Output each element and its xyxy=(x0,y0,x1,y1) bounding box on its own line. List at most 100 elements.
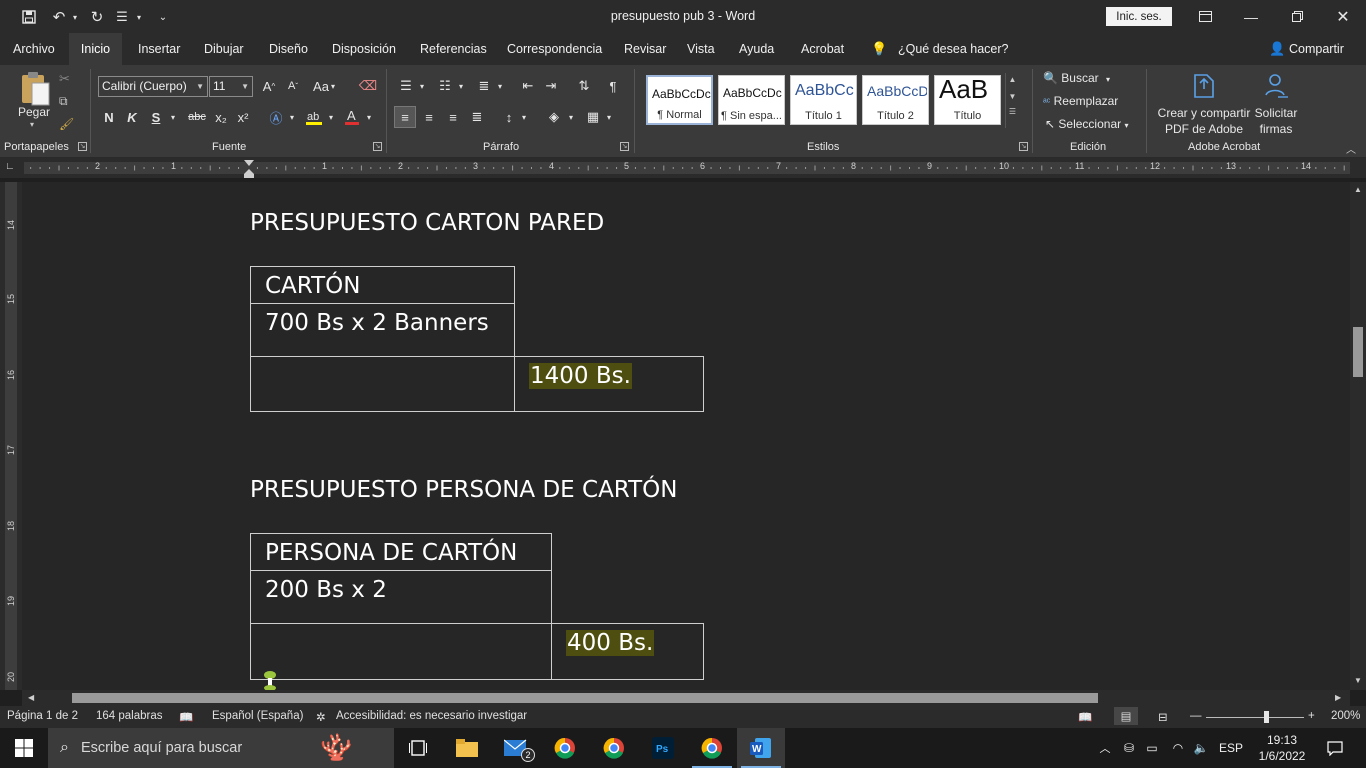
copy-icon[interactable]: ⧉ xyxy=(59,94,68,109)
numbering-dropdown-icon[interactable]: ▾ xyxy=(456,75,466,97)
create-pdf-button[interactable]: Crear y compartir PDF de Adobe xyxy=(1156,105,1252,137)
text-effects-dropdown-icon[interactable]: ▾ xyxy=(287,106,297,128)
shrink-font-icon[interactable]: Aˇ xyxy=(282,75,304,97)
accessibility-status[interactable]: Accesibilidad: es necesario investigar xyxy=(336,710,527,722)
styles-launcher-icon[interactable]: ↘ xyxy=(1019,142,1028,151)
tab-ayuda[interactable]: Ayuda xyxy=(738,33,775,65)
tab-diseno[interactable]: Diseño xyxy=(268,33,309,65)
change-case-button[interactable]: Aa ▾ xyxy=(310,75,338,97)
underline-dropdown-icon[interactable]: ▾ xyxy=(167,106,179,128)
table1-total-cell[interactable]: 1400 Bs. xyxy=(514,356,704,412)
scroll-left-icon[interactable]: ◀ xyxy=(28,693,34,702)
ribbon-display-icon[interactable] xyxy=(1182,0,1228,33)
line-spacing-dropdown-icon[interactable]: ▾ xyxy=(519,106,529,128)
input-language[interactable]: ESP xyxy=(1218,728,1244,768)
table1-empty-cell[interactable] xyxy=(250,356,515,412)
zoom-slider[interactable] xyxy=(1206,717,1304,718)
format-painter-icon[interactable]: 🖌 xyxy=(59,117,74,131)
styles-gallery-scroll[interactable]: ▲ ▼ ☰ xyxy=(1005,73,1019,128)
borders-dropdown-icon[interactable]: ▾ xyxy=(604,106,614,128)
redo-icon[interactable]: ↻ xyxy=(86,6,108,28)
web-layout-icon[interactable]: ⊟ xyxy=(1158,710,1168,724)
clear-formatting-icon[interactable]: ⌫ xyxy=(356,75,380,97)
indent-marker-icon[interactable] xyxy=(243,160,255,178)
justify-icon[interactable]: ≣ xyxy=(467,106,487,128)
mail-icon[interactable]: 2 xyxy=(492,728,540,768)
font-name-combo[interactable]: Calibri (Cuerpo) ▼ xyxy=(98,76,208,97)
chrome-active-icon[interactable] xyxy=(688,728,736,768)
clock[interactable]: 19:13 1/6/2022 xyxy=(1252,728,1312,768)
zoom-out-icon[interactable]: — xyxy=(1190,710,1202,722)
font-size-combo[interactable]: 11 ▼ xyxy=(209,76,253,97)
tab-inicio[interactable]: Inicio xyxy=(69,33,122,65)
document-canvas[interactable]: PRESUPUESTO CARTON PARED CARTÓN 700 Bs x… xyxy=(22,182,1350,690)
font-color-icon[interactable]: A xyxy=(341,106,363,128)
select-button[interactable]: ↖ Seleccionar ▾ xyxy=(1045,117,1128,131)
windows-start-icon[interactable] xyxy=(0,728,48,768)
show-hidden-icons-icon[interactable]: ︿ xyxy=(1096,728,1114,768)
collapse-ribbon-icon[interactable]: ︿ xyxy=(1346,141,1356,156)
table-resize-handle-icon[interactable] xyxy=(262,670,278,690)
tab-referencias[interactable]: Referencias xyxy=(419,33,488,65)
tab-insertar[interactable]: Insertar xyxy=(137,33,181,65)
undo-dropdown-icon[interactable]: ▾ xyxy=(70,6,80,28)
horizontal-scrollbar[interactable]: ◀ ▶ xyxy=(22,690,1350,706)
tab-vista[interactable]: Vista xyxy=(686,33,716,65)
line-spacing-qa-icon[interactable]: ☰ xyxy=(112,6,132,28)
align-center-icon[interactable]: ≡ xyxy=(419,106,439,128)
more-styles-icon[interactable]: ☰ xyxy=(1006,107,1019,116)
volume-icon[interactable]: 🔈 xyxy=(1191,728,1211,768)
tab-revisar[interactable]: Revisar xyxy=(623,33,667,65)
zoom-slider-thumb[interactable] xyxy=(1264,711,1269,723)
strikethrough-button[interactable]: abc xyxy=(184,106,210,128)
chevron-up-icon[interactable]: ▲ xyxy=(1006,75,1019,84)
underline-button[interactable]: S xyxy=(146,106,166,128)
table2-empty-cell[interactable] xyxy=(250,623,552,680)
zoom-in-icon[interactable]: + xyxy=(1308,710,1315,722)
close-icon[interactable]: ✕ xyxy=(1320,0,1366,33)
file-explorer-icon[interactable] xyxy=(443,728,491,768)
find-button[interactable]: 🔍 Buscar ▾ xyxy=(1043,71,1110,85)
tab-archivo[interactable]: Archivo xyxy=(12,33,56,65)
style-normal[interactable]: AaBbCcDc ¶ Normal xyxy=(646,75,713,125)
battery-icon[interactable]: ▭ xyxy=(1142,728,1162,768)
cut-icon[interactable]: ✂ xyxy=(59,71,70,87)
highlight-icon[interactable]: ab xyxy=(302,106,326,128)
style-heading1[interactable]: AaBbCc Título 1 xyxy=(790,75,857,125)
task-view-icon[interactable] xyxy=(394,728,442,768)
notifications-icon[interactable] xyxy=(1320,728,1350,768)
scroll-right-icon[interactable]: ▶ xyxy=(1335,693,1341,702)
horizontal-scroll-thumb[interactable] xyxy=(72,693,1098,703)
scroll-up-icon[interactable]: ▲ xyxy=(1354,185,1362,194)
grow-font-icon[interactable]: A ^ xyxy=(258,75,280,97)
share-button[interactable]: Compartir xyxy=(1288,33,1345,65)
zoom-level[interactable]: 200% xyxy=(1331,710,1360,722)
tab-correspondencia[interactable]: Correspondencia xyxy=(506,33,603,65)
decrease-indent-icon[interactable]: ⇤ xyxy=(518,75,538,97)
vertical-scrollbar[interactable]: ▲ ▼ xyxy=(1350,182,1366,690)
word-icon[interactable]: W xyxy=(737,728,785,768)
tell-me-box[interactable]: ¿Qué desea hacer? xyxy=(897,33,1010,65)
read-mode-icon[interactable]: 📖 xyxy=(1078,710,1092,724)
numbering-icon[interactable]: ☷ xyxy=(435,75,455,97)
increase-indent-icon[interactable]: ⇥ xyxy=(541,75,561,97)
page-indicator[interactable]: Página 1 de 2 xyxy=(7,710,78,722)
request-signatures-button[interactable]: Solicitar firmas xyxy=(1250,105,1302,137)
borders-icon[interactable]: ▦ xyxy=(582,106,604,128)
chevron-down-icon[interactable]: ▼ xyxy=(1006,92,1019,101)
chrome-icon[interactable] xyxy=(541,728,589,768)
font-color-dropdown-icon[interactable]: ▾ xyxy=(364,106,374,128)
proofing-icon[interactable]: 📖 xyxy=(179,710,193,724)
tab-disposicion[interactable]: Disposición xyxy=(331,33,397,65)
scroll-down-icon[interactable]: ▼ xyxy=(1354,676,1362,685)
restore-icon[interactable] xyxy=(1274,0,1320,33)
word-count[interactable]: 164 palabras xyxy=(96,710,163,722)
style-no-spacing[interactable]: AaBbCcDc ¶ Sin espa... xyxy=(718,75,785,125)
table2-total-cell[interactable]: 400 Bs. xyxy=(551,623,704,680)
customize-qa-icon[interactable]: ⌄ xyxy=(154,6,172,28)
bullets-dropdown-icon[interactable]: ▾ xyxy=(417,75,427,97)
show-marks-icon[interactable]: ¶ xyxy=(603,75,623,97)
shading-icon[interactable]: ◈ xyxy=(543,106,565,128)
taskbar-search-box[interactable]: ⌕ Escribe aquí para buscar 🪸 xyxy=(48,728,394,768)
replace-button[interactable]: ᵃᶜ Reemplazar xyxy=(1043,94,1118,108)
